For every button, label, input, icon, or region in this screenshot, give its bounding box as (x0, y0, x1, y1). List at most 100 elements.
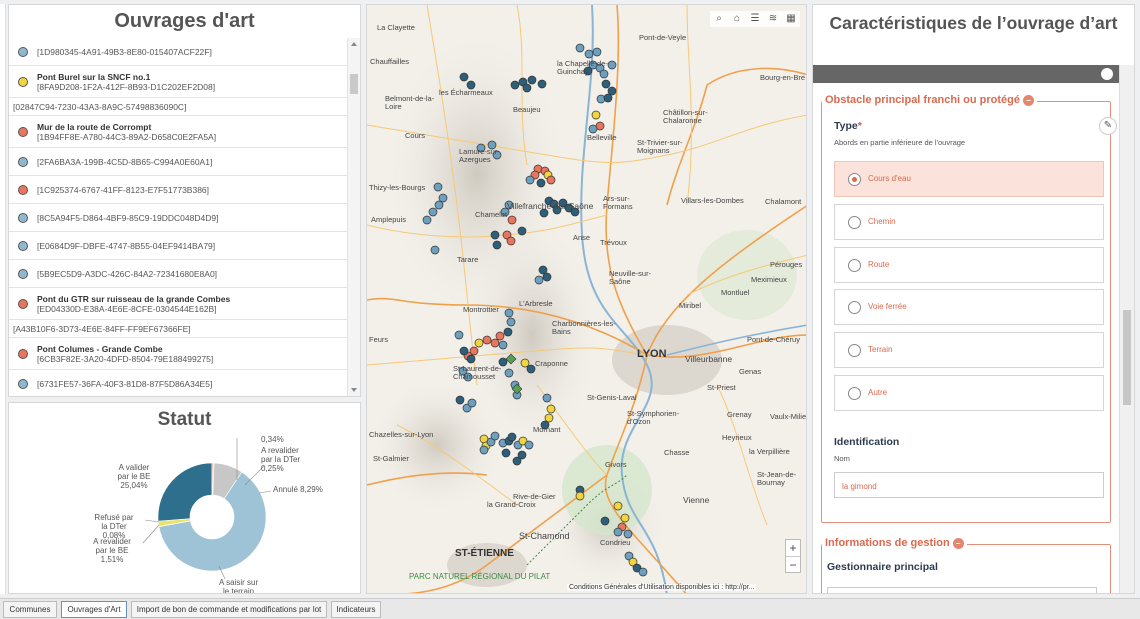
ouvrage-map-marker[interactable] (613, 527, 623, 537)
zoom-out-button[interactable]: − (786, 556, 800, 572)
list-item[interactable]: Mur de la route de Corrompt [1B94FF8E-A78… (9, 116, 347, 148)
ouvrage-map-marker[interactable] (524, 440, 534, 450)
ouvrage-map-marker[interactable] (434, 200, 444, 210)
ouvrage-map-marker[interactable] (492, 240, 502, 250)
zoom-in-button[interactable]: + (786, 540, 800, 556)
edit-pencil-icon[interactable]: ✎ (1099, 117, 1117, 135)
ouvrage-map-marker[interactable] (542, 272, 552, 282)
details-scrollbar[interactable] (1119, 65, 1134, 593)
ouvrage-map-marker[interactable] (527, 75, 537, 85)
ouvrage-map-marker[interactable] (520, 358, 530, 368)
collapse-icon[interactable]: − (1022, 94, 1034, 106)
radio-option-voie-ferree[interactable]: Voie ferrée (834, 289, 1104, 325)
ouvrage-map-marker[interactable] (504, 368, 514, 378)
ouvrage-map-marker[interactable] (466, 354, 476, 364)
basemap-icon[interactable]: ▦ (785, 13, 797, 25)
ouvrage-map-marker[interactable] (490, 431, 500, 441)
radio-option-autre[interactable]: Autre (834, 375, 1104, 411)
ouvrage-map-marker[interactable] (467, 398, 477, 408)
radio-icon[interactable] (848, 259, 861, 272)
gestionnaire-input[interactable] (827, 587, 1097, 593)
section-gestion-header[interactable]: Informations de gestion − (822, 537, 967, 549)
list-item[interactable]: [1C925374-6767-41FF-8123-E7F51773B386] (9, 176, 347, 204)
collapse-icon[interactable]: − (952, 537, 964, 549)
radio-selected-icon[interactable] (848, 173, 861, 186)
ouvrage-map-marker[interactable] (433, 182, 443, 192)
radio-icon[interactable] (848, 344, 861, 357)
ouvrage-map-marker[interactable] (459, 346, 469, 356)
ouvrage-map-marker[interactable] (438, 193, 448, 203)
ouvrage-map-marker[interactable] (591, 110, 601, 120)
list-scrollbar-thumb[interactable] (350, 74, 358, 94)
ouvrage-map-marker[interactable] (623, 529, 633, 539)
ouvrage-map-marker[interactable] (592, 47, 602, 57)
ouvrage-map-marker[interactable] (490, 230, 500, 240)
radio-option-terrain[interactable]: Terrain (834, 332, 1104, 368)
scroll-down-arrow-icon[interactable] (351, 388, 357, 392)
radio-option-route[interactable]: Route (834, 247, 1104, 283)
ouvrage-map-marker[interactable] (430, 245, 440, 255)
radio-icon[interactable] (848, 387, 861, 400)
list-item[interactable]: Pont Columes - Grande Combe [6CB3F82E-3A2… (9, 338, 347, 370)
ouvrage-map-marker[interactable] (544, 413, 554, 423)
ouvrage-map-marker[interactable] (575, 43, 585, 53)
list-scrollbar[interactable] (347, 38, 360, 396)
radio-icon[interactable] (848, 216, 861, 229)
home-icon[interactable]: ⌂ (731, 13, 743, 25)
list-item[interactable]: [8C5A94F5-D864-4BF9-85C9-19DDC048D4D9] (9, 204, 347, 232)
tab-ouvrages-dart[interactable]: Ouvrages d'Art (61, 601, 127, 618)
ouvrage-map-marker[interactable] (607, 86, 617, 96)
ouvrage-map-marker[interactable] (482, 335, 492, 345)
radio-option-cours-deau[interactable]: Cours d'eau (834, 161, 1104, 197)
details-scrollbar-thumb[interactable] (1123, 310, 1131, 405)
ouvrage-map-marker[interactable] (620, 513, 630, 523)
tab-indicateurs[interactable]: Indicateurs (331, 601, 381, 618)
ouvrage-map-marker[interactable] (542, 393, 552, 403)
list-item[interactable]: Pont du GTR sur ruisseau de la grande Co… (9, 288, 347, 320)
ouvrage-map-marker[interactable] (503, 327, 513, 337)
search-icon[interactable]: ⌕ (713, 13, 725, 25)
list-item[interactable]: [2FA6BA3A-199B-4C5D-8B65-C994A0E60A1] (9, 148, 347, 176)
ouvrage-map-marker[interactable] (638, 567, 648, 577)
details-toggle-button[interactable] (1101, 68, 1113, 80)
ouvrage-map-marker[interactable] (546, 404, 556, 414)
ouvrage-map-marker[interactable] (501, 448, 511, 458)
radio-icon[interactable] (848, 301, 861, 314)
ouvrage-map-marker[interactable] (507, 215, 517, 225)
list-item[interactable]: [1D980345-4A91-49B3-8E80-015407ACF22F] (9, 38, 347, 66)
ouvrage-map-marker[interactable] (504, 308, 514, 318)
ouvrage-map-marker[interactable] (584, 49, 594, 59)
map-view[interactable]: ⌕ ⌂ ☰ ≋ ▦ La Clayette Chauffailles Belmo… (366, 4, 807, 594)
ouvrage-map-marker[interactable] (600, 516, 610, 526)
tab-communes[interactable]: Communes (3, 601, 57, 618)
ouvrage-map-marker[interactable] (522, 83, 532, 93)
ouvrage-map-marker[interactable] (537, 79, 547, 89)
section-obstacle-header[interactable]: Obstacle principal franchi ou protégé − (822, 94, 1037, 106)
pie-slice[interactable] (157, 462, 213, 522)
ouvrage-map-marker[interactable] (525, 175, 535, 185)
radio-option-chemin[interactable]: Chemin (834, 204, 1104, 240)
ouvrage-map-marker[interactable] (534, 275, 544, 285)
list-item[interactable]: [02847C94-7230-43A3-8A9C-57498836090C] (9, 98, 347, 116)
ouvrage-map-marker[interactable] (526, 364, 536, 374)
ouvrage-map-marker[interactable] (428, 207, 438, 217)
ouvrage-map-marker[interactable] (495, 331, 505, 341)
ouvrage-map-marker[interactable] (613, 501, 623, 511)
list-item[interactable]: [A43B10F6-3D73-4E6E-84FF-FF9EF67366FE] (9, 320, 347, 338)
ouvrage-map-marker[interactable] (498, 340, 508, 350)
ouvrage-map-marker[interactable] (546, 175, 556, 185)
ouvrage-map-marker[interactable] (517, 226, 527, 236)
ouvrage-map-marker[interactable] (588, 124, 598, 134)
ouvrage-map-marker[interactable] (536, 178, 546, 188)
ouvrage-map-marker[interactable] (474, 338, 484, 348)
legend-icon[interactable]: ☰ (749, 13, 761, 25)
layers-icon[interactable]: ≋ (767, 13, 779, 25)
ouvrage-map-marker[interactable] (603, 93, 613, 103)
list-item[interactable]: [E0684D9F-DBFE-4747-8B55-04EF9414BA79] (9, 232, 347, 260)
ouvrage-map-marker[interactable] (538, 265, 548, 275)
list-item[interactable]: Pont Burel sur la SNCF no.1 [8FA9D208-1F2… (9, 66, 347, 98)
ouvrage-map-marker[interactable] (479, 445, 489, 455)
ouvrage-map-marker[interactable] (517, 450, 527, 460)
ouvrage-map-marker[interactable] (455, 395, 465, 405)
ouvrage-map-marker[interactable] (459, 72, 469, 82)
